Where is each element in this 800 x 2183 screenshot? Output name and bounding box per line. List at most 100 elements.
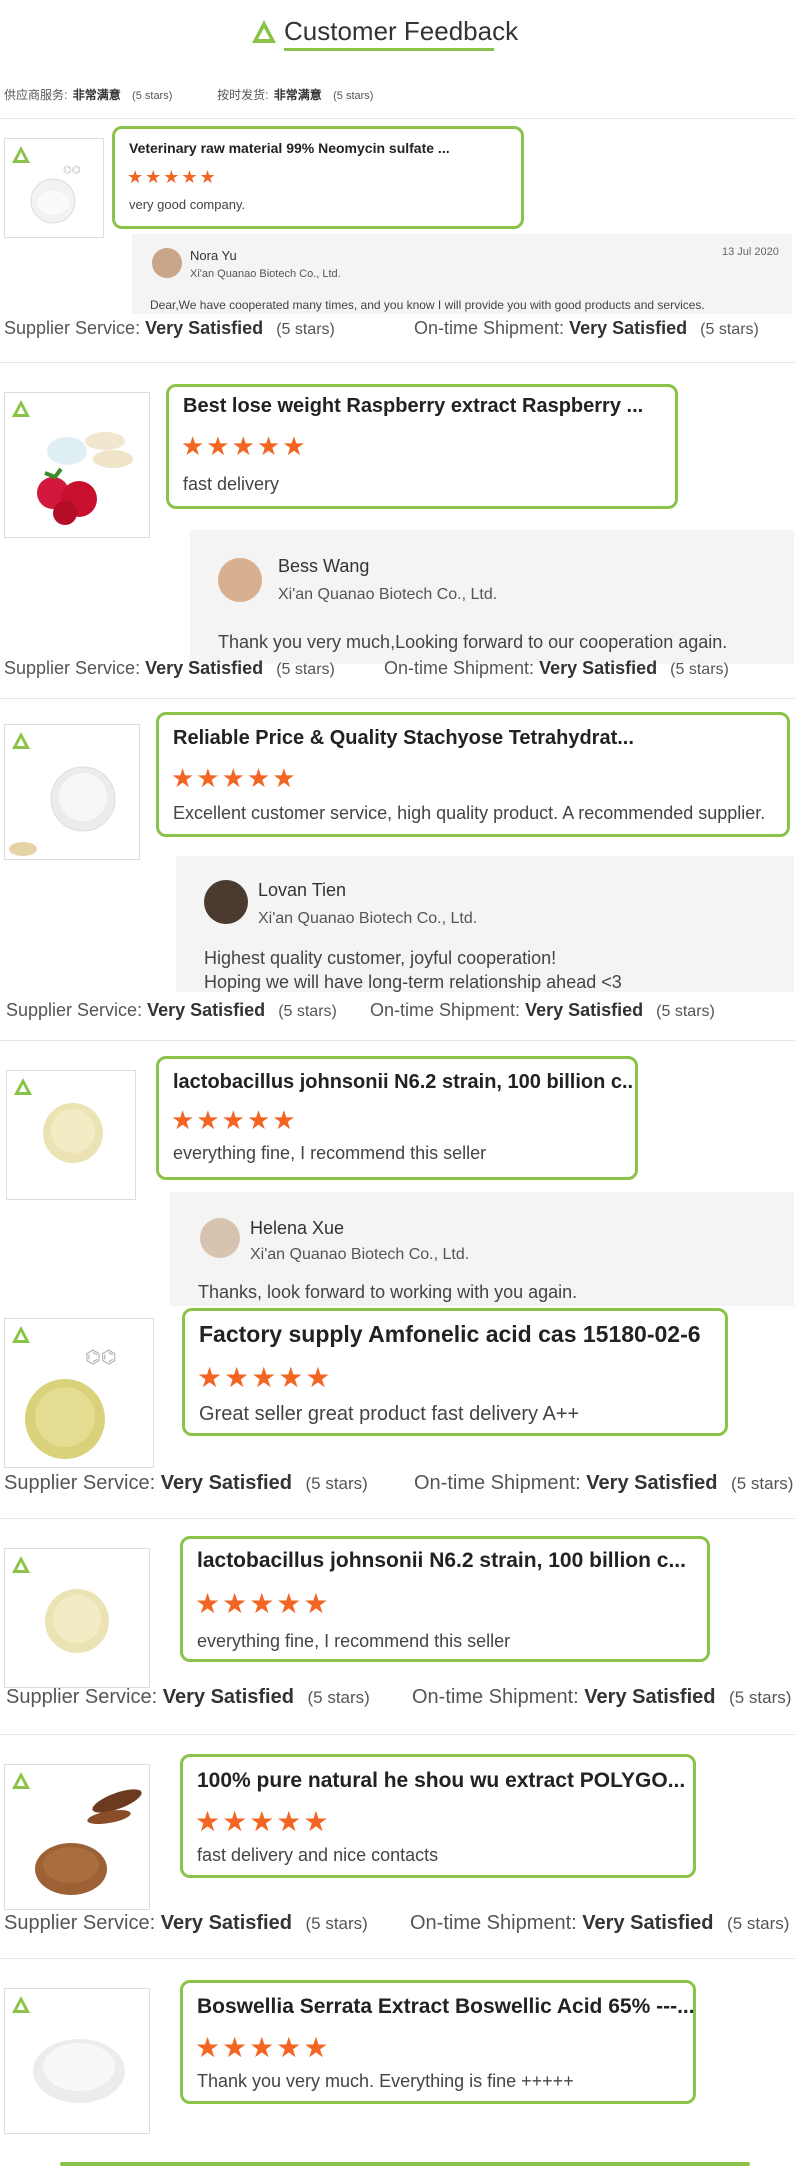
- rating-stars: (5 stars): [656, 1003, 715, 1020]
- rating-value: Very Satisfied: [160, 1912, 292, 1934]
- reply-name: Nora Yu: [190, 248, 237, 263]
- rating-label: Supplier Service:: [6, 1686, 158, 1708]
- rating-label: On-time Shipment:: [414, 1472, 581, 1494]
- rating-stars: (5 stars): [731, 1474, 794, 1493]
- rating-stars: (5 stars): [305, 1474, 368, 1493]
- review-comment: fast delivery and nice contacts: [197, 1845, 439, 1865]
- review-card[interactable]: lactobacillus johnsonii N6.2 strain, 100…: [180, 1536, 710, 1662]
- reply-date: 13 Jul 2020: [722, 246, 779, 258]
- summary-supplier-stars: (5 stars): [132, 90, 173, 102]
- brand-logo-icon: [12, 400, 30, 417]
- review-comment: Excellent customer service, high quality…: [173, 803, 766, 823]
- star-rating: ★★★★★: [195, 2032, 331, 2063]
- reply-text: Highest quality customer, joyful coopera…: [204, 948, 557, 968]
- page-title: Customer Feedback: [284, 16, 519, 46]
- rating-value: Very Satisfied: [145, 318, 264, 338]
- divider: [0, 1958, 795, 1959]
- review-comment: everything fine, I recommend this seller: [197, 1631, 511, 1651]
- product-title[interactable]: lactobacillus johnsonii N6.2 strain, 100…: [197, 1549, 707, 1573]
- reply-company: Xi'an Quanao Biotech Co., Ltd.: [258, 910, 478, 927]
- divider: [0, 698, 795, 699]
- rating-value: Very Satisfied: [539, 658, 658, 678]
- product-title[interactable]: Boswellia Serrata Extract Boswellic Acid…: [197, 1995, 693, 2019]
- product-title[interactable]: Best lose weight Raspberry extract Raspb…: [183, 395, 673, 418]
- shipment-rating: On-time Shipment: Very Satisfied (5 star…: [410, 1912, 789, 1935]
- title-underline: [284, 48, 494, 51]
- shipment-rating: On-time Shipment: Very Satisfied (5 star…: [414, 318, 759, 339]
- divider: [0, 1040, 795, 1041]
- summary-shipment-stars: (5 stars): [333, 90, 374, 102]
- rating-stars: (5 stars): [276, 661, 335, 678]
- shipment-rating: On-time Shipment: Very Satisfied (5 star…: [370, 1000, 715, 1021]
- shipment-rating: On-time Shipment: Very Satisfied (5 star…: [414, 1472, 793, 1495]
- svg-text:⌬⌬: ⌬⌬: [63, 165, 80, 176]
- rating-value: Very Satisfied: [586, 1472, 718, 1494]
- review-comment: very good company.: [129, 197, 246, 212]
- supplier-rating: Supplier Service: Very Satisfied (5 star…: [4, 1912, 368, 1935]
- rating-stars: (5 stars): [276, 321, 335, 338]
- divider: [0, 118, 795, 119]
- supplier-rating: Supplier Service: Very Satisfied (5 star…: [4, 658, 335, 679]
- rating-label: Supplier Service:: [4, 1472, 156, 1494]
- star-rating: ★★★★★: [171, 763, 298, 793]
- supplier-rating: Supplier Service: Very Satisfied (5 star…: [6, 1686, 370, 1709]
- reply-text: Hoping we will have long-term relationsh…: [204, 972, 622, 992]
- product-thumbnail[interactable]: ⌬⌬: [4, 138, 104, 238]
- brand-logo-icon: [12, 146, 30, 163]
- review-card[interactable]: Boswellia Serrata Extract Boswellic Acid…: [180, 1980, 696, 2104]
- rating-label: On-time Shipment:: [414, 318, 565, 338]
- footer-divider: [60, 2162, 750, 2166]
- reply-text: Thanks, look forward to working with you…: [198, 1282, 578, 1302]
- product-title[interactable]: lactobacillus johnsonii N6.2 strain, 100…: [173, 1071, 633, 1094]
- product-thumbnail[interactable]: [4, 1764, 150, 1910]
- page-header: Customer Feedback: [250, 14, 550, 54]
- reply-text: Thank you very much,Looking forward to o…: [218, 632, 728, 652]
- product-thumbnail[interactable]: [4, 1988, 150, 2134]
- star-rating: ★★★★★: [127, 167, 218, 187]
- product-thumbnail[interactable]: ⌬⌬: [4, 1318, 154, 1468]
- review-card[interactable]: Best lose weight Raspberry extract Raspb…: [166, 384, 678, 509]
- rating-label: Supplier Service:: [6, 1000, 143, 1020]
- rating-value: Very Satisfied: [145, 658, 264, 678]
- brand-logo-icon: [12, 1772, 30, 1789]
- review-card[interactable]: Veterinary raw material 99% Neomycin sul…: [112, 126, 524, 229]
- product-title[interactable]: 100% pure natural he shou wu extract POL…: [197, 1769, 693, 1793]
- summary-supplier-value: 非常满意: [72, 88, 121, 102]
- brand-logo-icon: [12, 1556, 30, 1573]
- avatar: [218, 558, 262, 602]
- summary-shipment-value: 非常满意: [273, 88, 322, 102]
- reply-company: Xi'an Quanao Biotech Co., Ltd.: [278, 586, 498, 603]
- review-card[interactable]: lactobacillus johnsonii N6.2 strain, 100…: [156, 1056, 638, 1180]
- product-thumbnail[interactable]: [6, 1070, 136, 1200]
- review-card[interactable]: 100% pure natural he shou wu extract POL…: [180, 1754, 696, 1878]
- reply-text: Dear,We have cooperated many times, and …: [150, 298, 705, 312]
- star-rating: ★★★★★: [181, 431, 308, 461]
- star-rating: ★★★★★: [171, 1105, 298, 1135]
- product-thumbnail[interactable]: [4, 1548, 150, 1688]
- star-rating: ★★★★★: [195, 1588, 331, 1619]
- product-title[interactable]: Reliable Price & Quality Stachyose Tetra…: [173, 727, 783, 750]
- reply-name: Bess Wang: [278, 556, 370, 576]
- review-card[interactable]: Reliable Price & Quality Stachyose Tetra…: [156, 712, 790, 837]
- product-thumbnail[interactable]: [4, 724, 140, 860]
- rating-label: On-time Shipment:: [384, 658, 535, 678]
- reply-company: Xi'an Quanao Biotech Co., Ltd.: [190, 268, 341, 280]
- rating-label: On-time Shipment:: [410, 1912, 577, 1934]
- seller-reply: Bess Wang Xi'an Quanao Biotech Co., Ltd.…: [190, 530, 794, 664]
- supplier-rating: Supplier Service: Very Satisfied (5 star…: [4, 318, 335, 339]
- rating-label: Supplier Service:: [4, 318, 141, 338]
- product-title[interactable]: Veterinary raw material 99% Neomycin sul…: [129, 140, 519, 156]
- rating-stars: (5 stars): [307, 1688, 370, 1707]
- rating-stars: (5 stars): [278, 1003, 337, 1020]
- product-title[interactable]: Factory supply Amfonelic acid cas 15180-…: [199, 1321, 725, 1348]
- avatar: [200, 1218, 240, 1258]
- brand-logo-icon: [14, 1078, 32, 1095]
- star-rating: ★★★★★: [195, 1806, 331, 1837]
- product-thumbnail[interactable]: [4, 392, 150, 538]
- review-card[interactable]: Factory supply Amfonelic acid cas 15180-…: [182, 1308, 728, 1436]
- brand-logo-icon: [12, 1326, 30, 1343]
- rating-label: On-time Shipment:: [412, 1686, 579, 1708]
- reply-name: Helena Xue: [250, 1218, 345, 1238]
- rating-value: Very Satisfied: [147, 1000, 266, 1020]
- shipment-rating: On-time Shipment: Very Satisfied (5 star…: [384, 658, 729, 679]
